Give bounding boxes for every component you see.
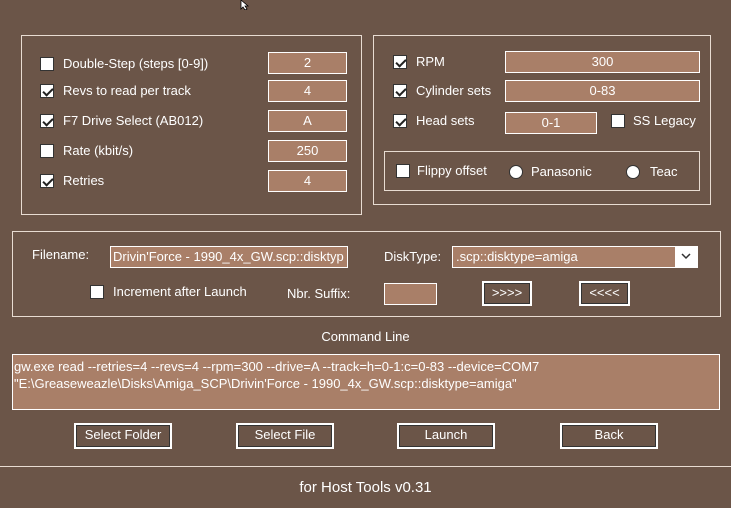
panasonic-label: Panasonic xyxy=(531,164,592,179)
rpm-input[interactable]: 300 xyxy=(505,51,700,73)
retries-checkbox[interactable] xyxy=(40,174,54,188)
disktype-select[interactable]: .scp::disktype=amiga xyxy=(452,246,698,268)
revs-checkbox[interactable] xyxy=(40,84,54,98)
panasonic-radio[interactable] xyxy=(509,165,523,179)
ss-legacy-checkbox[interactable] xyxy=(611,114,625,128)
teac-label: Teac xyxy=(650,164,678,179)
increment-label: Increment after Launch xyxy=(113,284,247,299)
revs-input[interactable]: 4 xyxy=(268,80,347,102)
double-step-input[interactable]: 2 xyxy=(268,52,347,74)
dropdown-arrow[interactable] xyxy=(675,247,697,267)
drive-select-input[interactable]: A xyxy=(268,110,347,132)
filename-input[interactable]: Drivin'Force - 1990_4x_GW.scp::disktyp xyxy=(110,246,348,268)
head-sets-input[interactable]: 0-1 xyxy=(505,112,597,134)
select-file-button[interactable]: Select File xyxy=(236,423,334,449)
head-sets-label: Head sets xyxy=(416,113,475,128)
double-step-label: Double-Step (steps [0-9]) xyxy=(63,56,209,71)
rate-checkbox[interactable] xyxy=(40,144,54,158)
suffix-input[interactable] xyxy=(384,283,437,305)
retries-label: Retries xyxy=(63,173,105,188)
cylinder-sets-input[interactable]: 0-83 xyxy=(505,80,700,102)
filename-label: Filename: xyxy=(32,247,90,262)
head-sets-checkbox[interactable] xyxy=(393,114,407,128)
rate-input[interactable]: 250 xyxy=(268,140,347,162)
footer-version: for Host Tools v0.31 xyxy=(0,466,731,508)
suffix-label: Nbr. Suffix: xyxy=(287,286,351,301)
increment-checkbox[interactable] xyxy=(90,285,104,299)
command-line-title: Command Line xyxy=(321,329,410,344)
double-step-checkbox[interactable] xyxy=(40,57,54,71)
select-folder-button[interactable]: Select Folder xyxy=(74,423,172,449)
cylinder-sets-label: Cylinder sets xyxy=(416,83,492,98)
rpm-label: RPM xyxy=(416,54,445,69)
rate-label: Rate (kbit/s) xyxy=(63,143,134,158)
ss-legacy-label: SS Legacy xyxy=(633,113,696,128)
prev-suffix-button[interactable]: <<<< xyxy=(579,281,630,306)
rpm-checkbox[interactable] xyxy=(393,55,407,69)
command-line-text[interactable]: gw.exe read --retries=4 --revs=4 --rpm=3… xyxy=(12,354,720,410)
teac-radio[interactable] xyxy=(626,165,640,179)
launch-button[interactable]: Launch xyxy=(397,423,495,449)
chevron-down-icon xyxy=(681,253,691,260)
revs-label: Revs to read per track xyxy=(63,83,191,98)
back-button[interactable]: Back xyxy=(560,423,658,449)
drive-select-checkbox[interactable] xyxy=(40,114,54,128)
flippy-offset-checkbox[interactable] xyxy=(396,164,410,178)
mouse-cursor-icon xyxy=(240,0,250,10)
drive-select-label: F7 Drive Select (AB012) xyxy=(63,113,204,128)
disktype-label: DiskType: xyxy=(384,249,442,264)
next-suffix-button[interactable]: >>>> xyxy=(482,281,532,306)
flippy-offset-label: Flippy offset xyxy=(417,163,487,178)
retries-input[interactable]: 4 xyxy=(268,170,347,192)
cylinder-sets-checkbox[interactable] xyxy=(393,84,407,98)
disktype-value: .scp::disktype=amiga xyxy=(456,249,578,264)
